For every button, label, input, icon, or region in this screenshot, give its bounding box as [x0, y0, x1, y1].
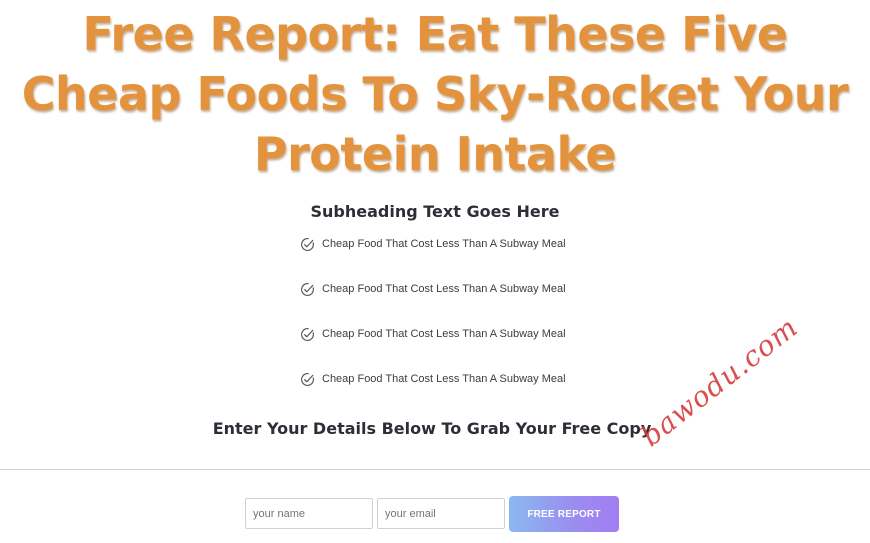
benefit-text: Cheap Food That Cost Less Than A Subway …	[322, 238, 566, 250]
subheading: Subheading Text Goes Here	[310, 202, 560, 221]
benefit-text: Cheap Food That Cost Less Than A Subway …	[322, 283, 566, 295]
check-circle-icon	[301, 237, 314, 251]
page-headline: Free Report: Eat These Five Cheap Foods …	[21, 7, 849, 181]
landing-page: Free Report: Eat These Five Cheap Foods …	[0, 0, 870, 543]
benefit-text: Cheap Food That Cost Less Than A Subway …	[322, 328, 566, 340]
email-field[interactable]	[377, 498, 505, 529]
list-item: Cheap Food That Cost Less Than A Subway …	[300, 281, 566, 297]
free-report-button[interactable]: FREE REPORT	[509, 496, 619, 532]
benefit-text: Cheap Food That Cost Less Than A Subway …	[322, 373, 566, 385]
list-item: Cheap Food That Cost Less Than A Subway …	[300, 326, 566, 342]
check-circle-icon	[301, 282, 314, 296]
cta-heading: Enter Your Details Below To Grab Your Fr…	[212, 419, 652, 438]
check-circle-icon	[301, 327, 314, 341]
list-item: Cheap Food That Cost Less Than A Subway …	[300, 236, 566, 252]
name-field[interactable]	[245, 498, 373, 529]
benefit-list: Cheap Food That Cost Less Than A Subway …	[300, 236, 566, 416]
check-circle-icon	[301, 372, 314, 386]
section-divider	[0, 469, 870, 470]
optin-form: FREE REPORT	[245, 496, 619, 532]
list-item: Cheap Food That Cost Less Than A Subway …	[300, 371, 566, 387]
